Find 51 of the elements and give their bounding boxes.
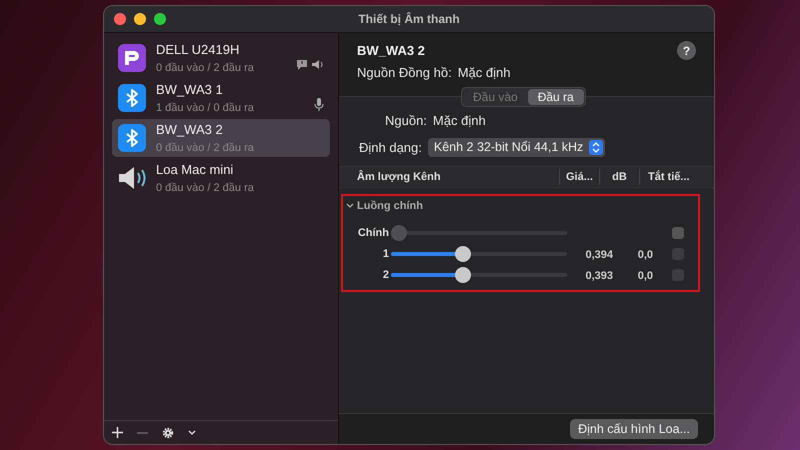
device-name: BW_WA3 1 (156, 81, 224, 99)
format-label: Định dạng: (359, 138, 422, 157)
help-button[interactable]: ? (677, 41, 696, 60)
window-title: Thiết bị Âm thanh (357, 11, 461, 28)
settings-icon[interactable] (162, 426, 174, 438)
channel-name: 1 (382, 246, 390, 262)
device-item[interactable]: BW_WA3 1 1 đầu vào / 0 đầu ra (112, 79, 330, 117)
device-io-count: 1 đầu vào / 0 đầu ra (156, 100, 255, 116)
close-button[interactable] (114, 13, 126, 25)
format-dropdown[interactable]: Kênh 2 32-bit Nổi 44,1 kHz (428, 138, 606, 157)
channel-name: Chính (356, 226, 390, 241)
minimize-button[interactable] (134, 13, 146, 25)
configure-speakers-button[interactable]: Định cấu hình Loa... (570, 419, 698, 439)
column-header[interactable]: Giá... (559, 168, 599, 186)
device-item[interactable]: Loa Mac mini 0 đầu vào / 2 đầu ra (112, 159, 330, 197)
column-header[interactable]: Âm lượng Kênh (339, 168, 559, 186)
channel-name: 2 (382, 268, 390, 283)
device-name: BW_WA3 2 (156, 121, 224, 139)
chevron-down-icon[interactable] (346, 203, 354, 210)
volume-slider[interactable] (391, 225, 567, 241)
source-value: Mặc định (432, 112, 486, 130)
device-io-count: 0 đầu vào / 2 đầu ra (156, 180, 255, 196)
volume-slider[interactable] (391, 267, 567, 283)
channel-db: 0,0 (638, 270, 653, 282)
device-item[interactable]: DELL U2419H 0 đầu vào / 2 đầu ra (112, 39, 330, 77)
clock-source-value: Mặc định (458, 64, 510, 82)
slider-thumb[interactable] (455, 246, 471, 262)
bluetooth-icon (118, 84, 146, 112)
device-io-count: 0 đầu vào / 2 đầu ra (156, 60, 255, 76)
tab[interactable]: Đầu ra (528, 89, 584, 105)
column-header[interactable]: dB (599, 168, 639, 186)
bluetooth-icon (118, 124, 146, 152)
device-item[interactable]: BW_WA3 2 0 đầu vào / 2 đầu ra (112, 119, 330, 157)
channel-db: 0,0 (638, 248, 653, 261)
display-device-icon (118, 44, 146, 72)
volume-slider[interactable] (391, 246, 567, 262)
device-io-count: 0 đầu vào / 2 đầu ra (156, 140, 255, 156)
zoom-button[interactable] (154, 13, 166, 25)
device-name: Loa Mac mini (156, 161, 234, 179)
clock-source-label: Nguồn Đồng hồ: (357, 64, 452, 82)
column-header[interactable]: Tắt tiế... (639, 168, 699, 186)
device-title: BW_WA3 2 (357, 42, 425, 60)
device-name: DELL U2419H (156, 41, 240, 59)
slider-thumb[interactable] (455, 267, 471, 283)
stream-title: Luồng chính (357, 199, 423, 214)
speaker-icon (117, 164, 147, 192)
channel-value: 0,393 (585, 270, 613, 282)
add-icon[interactable] (112, 427, 123, 438)
stepper-chevrons-icon (589, 140, 604, 155)
source-label: Nguồn: (385, 112, 427, 130)
channel-value: 0,394 (585, 248, 613, 261)
